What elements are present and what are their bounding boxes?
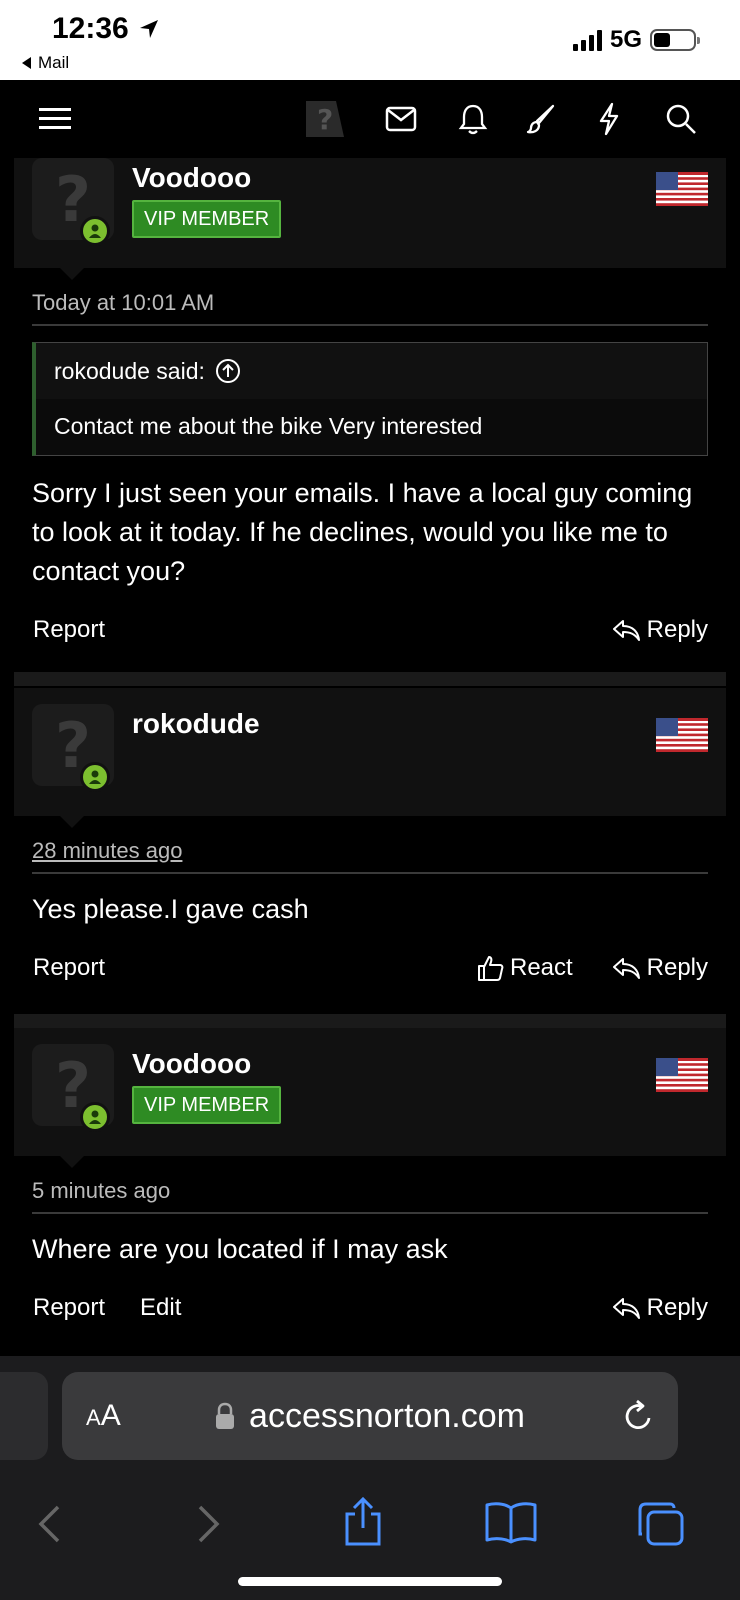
post-timestamp[interactable]: 28 minutes ago [32,838,182,864]
report-link[interactable]: Report [33,954,105,982]
quote-author: rokodude said: [54,357,205,384]
online-status-icon [80,762,110,792]
network-label: 5G [609,26,642,53]
brush-icon[interactable] [522,100,560,138]
reply-icon [612,958,640,979]
reply-icon [612,1298,640,1319]
online-status-icon [80,216,110,246]
post-message: Yes please.I gave cash [32,894,309,924]
post-message: Where are you located if I may ask [32,1234,448,1264]
post-voodooo-2: ? Voodooo VIP MEMBER 5 minutes ago Where… [14,1028,726,1356]
reply-icon [612,620,640,641]
post-username[interactable]: rokodude [132,708,260,740]
reload-icon[interactable] [622,1398,656,1434]
bolt-icon[interactable] [590,100,628,138]
post-message: Sorry I just seen your emails. I have a … [32,478,693,586]
thread-content: ? Voodooo VIP MEMBER Today at 10:01 AM r… [0,158,740,1356]
us-flag-icon [656,718,708,752]
back-icon[interactable] [36,1504,62,1544]
address-bar[interactable]: AA accessnorton.com [62,1372,678,1460]
post-header [14,158,726,268]
reply-button[interactable]: Reply [611,1294,708,1322]
post-username[interactable]: Voodooo [132,1048,251,1080]
site-top-nav: ? [0,80,740,158]
quote-text: Contact me about the bike Very intereste… [54,413,483,439]
previous-tab-preview[interactable] [0,1372,48,1460]
back-label: Mail [38,53,70,72]
forward-icon[interactable] [196,1504,222,1544]
search-icon[interactable] [662,100,700,138]
status-time: 12:36 [52,12,161,46]
report-link[interactable]: Report [33,1294,105,1322]
menu-icon[interactable] [36,100,74,138]
react-button[interactable]: React [476,954,573,982]
online-status-icon [80,1102,110,1132]
us-flag-icon [656,172,708,206]
jump-to-quote-icon[interactable] [215,358,241,384]
back-triangle-icon [22,57,31,69]
signal-bars-icon [572,29,602,51]
post-username[interactable]: Voodooo [132,162,251,194]
svg-text:?: ? [317,103,333,136]
post-rokodude: ? rokodude 28 minutes ago Yes please.I g… [14,688,726,1014]
edit-link[interactable]: Edit [140,1294,181,1322]
home-indicator[interactable] [238,1577,502,1586]
mail-icon[interactable] [382,100,420,138]
time-label: 12:36 [52,12,129,45]
quote-block: rokodude said: Contact me about the bike… [32,342,708,456]
bookmarks-icon[interactable] [484,1500,538,1544]
post-separator [14,1014,726,1028]
vip-member-badge: VIP MEMBER [132,1086,282,1124]
reply-button[interactable]: Reply [611,616,708,644]
status-bar: 12:36 Mail 5G [0,0,740,80]
url-text: accessnorton.com [249,1396,525,1435]
post-separator [14,672,726,686]
lock-icon [216,1402,235,1429]
bell-icon[interactable] [454,100,492,138]
share-icon[interactable] [342,1496,384,1548]
post-header [14,688,726,816]
post-timestamp[interactable]: 5 minutes ago [32,1178,170,1204]
back-to-mail-button[interactable]: Mail [22,53,69,73]
safari-bottom-bar: AA accessnorton.com [0,1356,740,1600]
vip-member-badge: VIP MEMBER [132,200,282,238]
post-timestamp[interactable]: Today at 10:01 AM [32,290,214,316]
tabs-icon[interactable] [636,1500,686,1548]
reply-button[interactable]: Reply [611,954,708,982]
quote-header[interactable]: rokodude said: [36,343,707,399]
report-link[interactable]: Report [33,616,105,644]
thumbs-up-icon [478,956,504,981]
location-arrow-icon [139,20,158,38]
post-header [14,1028,726,1156]
site-logo-icon[interactable]: ? [302,97,346,141]
us-flag-icon [656,1058,708,1092]
battery-icon [650,29,700,51]
